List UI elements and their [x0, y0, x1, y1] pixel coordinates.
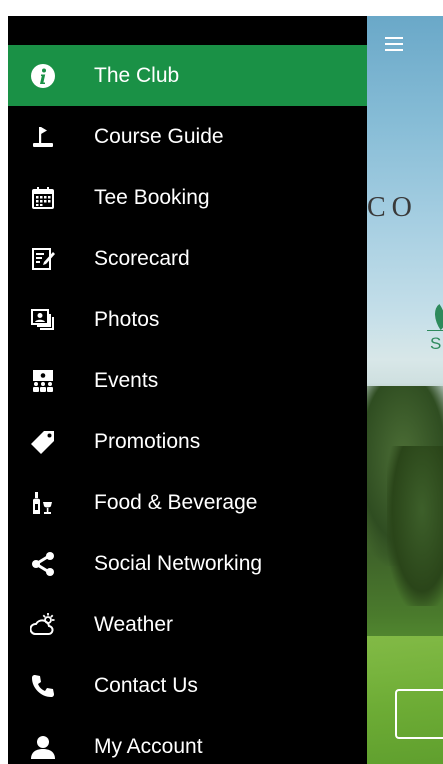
main-content-background: CO S	[367, 16, 443, 764]
food-beverage-icon	[30, 490, 56, 516]
background-trees	[387, 446, 443, 606]
menu-item-label: Scorecard	[94, 246, 190, 270]
flag-icon	[30, 124, 56, 150]
main-action-button[interactable]	[395, 689, 443, 739]
user-icon	[30, 734, 56, 760]
menu-item-contact-us[interactable]: Contact Us	[8, 655, 367, 716]
menu-item-label: The Club	[94, 63, 180, 87]
photos-icon	[30, 307, 56, 333]
menu-item-food-beverage[interactable]: Food & Beverage	[8, 472, 367, 533]
drawer-header-spacer	[8, 16, 367, 45]
club-logo-subtext: S	[430, 334, 443, 353]
menu-item-label: My Account	[94, 734, 203, 758]
menu-item-photos[interactable]: Photos	[8, 289, 367, 350]
menu-item-promotions[interactable]: Promotions	[8, 411, 367, 472]
menu-item-label: Social Networking	[94, 551, 263, 575]
menu-item-label: Tee Booking	[94, 185, 210, 209]
menu-item-label: Photos	[94, 307, 160, 331]
menu-item-the-club[interactable]: The Club	[8, 45, 367, 106]
app-screen: The Club Course Guide Tee Booking Scorec…	[8, 16, 443, 764]
info-icon	[30, 63, 56, 89]
menu-item-label: Course Guide	[94, 124, 224, 148]
calendar-icon	[30, 185, 56, 211]
menu-item-label: Events	[94, 368, 159, 392]
logo-divider	[427, 330, 443, 331]
menu-item-events[interactable]: Events	[8, 350, 367, 411]
events-icon	[30, 368, 56, 394]
tag-icon	[30, 429, 56, 455]
logo-leaf-icon	[427, 303, 443, 331]
menu-item-label: Weather	[94, 612, 173, 636]
weather-icon	[30, 612, 56, 638]
menu-item-weather[interactable]: Weather	[8, 594, 367, 655]
menu-item-my-account[interactable]: My Account	[8, 716, 367, 764]
menu-item-social-networking[interactable]: Social Networking	[8, 533, 367, 594]
menu-item-label: Contact Us	[94, 673, 198, 697]
navigation-drawer: The Club Course Guide Tee Booking Scorec…	[8, 16, 367, 764]
menu-item-course-guide[interactable]: Course Guide	[8, 106, 367, 167]
menu-item-label: Food & Beverage	[94, 490, 258, 514]
hamburger-icon[interactable]	[385, 37, 403, 51]
share-icon	[30, 551, 56, 577]
scorecard-icon	[30, 246, 56, 272]
club-logo-text: CO	[367, 192, 418, 223]
menu-item-tee-booking[interactable]: Tee Booking	[8, 167, 367, 228]
menu-item-scorecard[interactable]: Scorecard	[8, 228, 367, 289]
phone-icon	[30, 673, 56, 699]
menu-item-label: Promotions	[94, 429, 201, 453]
